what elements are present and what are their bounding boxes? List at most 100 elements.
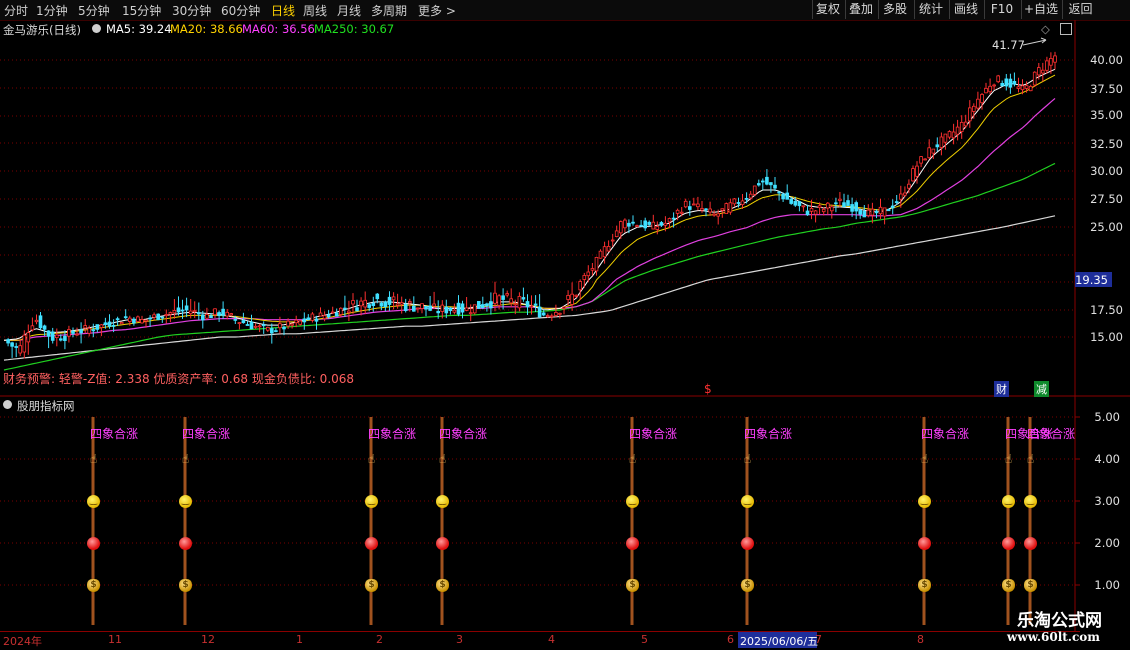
candle-down xyxy=(521,297,526,300)
candle-up xyxy=(464,307,469,311)
candle-down xyxy=(688,206,692,210)
candle-down xyxy=(842,202,846,208)
signal-stems xyxy=(91,417,1032,625)
candle-up xyxy=(943,133,948,143)
indicator-settings-icon[interactable] xyxy=(3,400,12,409)
candle-up xyxy=(992,84,996,87)
pane-toggle-icon[interactable] xyxy=(1060,23,1072,35)
candle-up xyxy=(911,168,915,182)
candle-down xyxy=(781,193,785,200)
candle-down xyxy=(765,176,769,185)
candle-up xyxy=(602,246,607,258)
candle-up xyxy=(554,311,558,316)
candle-up xyxy=(939,136,944,148)
candle-up xyxy=(1045,60,1049,71)
candle-up xyxy=(257,325,262,328)
money-bag-icon: $ xyxy=(626,579,639,592)
candle-up xyxy=(586,271,591,277)
candle-up xyxy=(265,326,270,331)
candle-down xyxy=(379,302,384,307)
date-label: 2 xyxy=(376,633,383,646)
date-label: 4 xyxy=(548,633,555,646)
candle-down xyxy=(480,304,485,309)
candle-up xyxy=(813,210,818,215)
candle-up xyxy=(497,295,501,306)
smiley-icon: ‿ xyxy=(365,495,378,508)
date-axis: 2024年 11 12 1 2 3 4 5 6 2025/06/06/五 7 8 xyxy=(0,631,1080,650)
date-label: 2024年 xyxy=(3,635,42,648)
date-label: 3 xyxy=(456,633,463,646)
candle-down xyxy=(485,303,489,307)
candle-up xyxy=(298,320,302,325)
candle-up xyxy=(968,107,972,122)
candle-up xyxy=(347,310,351,313)
settings-dot-icon[interactable] xyxy=(92,24,101,33)
date-label: 1 xyxy=(296,633,303,646)
candle-up xyxy=(720,208,725,211)
candle-up xyxy=(655,226,660,230)
candle-down xyxy=(343,307,347,310)
candle-up xyxy=(610,239,615,242)
diamond-icon[interactable]: ◇ xyxy=(1041,22,1050,36)
candle-down xyxy=(886,208,891,212)
candle-down xyxy=(274,330,278,333)
financial-warning: 财务预警: 轻警-Z值: 2.338 优质资产率: 0.68 现金负债比: 0.… xyxy=(3,372,355,386)
candle-up xyxy=(34,319,39,323)
candle-up xyxy=(696,203,700,208)
candle-up xyxy=(509,298,513,304)
candle-down xyxy=(894,201,899,204)
candle-up xyxy=(1053,55,1057,63)
date-label: 8 xyxy=(917,633,924,646)
candle-down xyxy=(1000,83,1004,87)
current-price-label: 19.35 xyxy=(1075,273,1108,287)
candle-up xyxy=(752,185,757,195)
reduce-badge[interactable]: 减 xyxy=(1034,381,1049,397)
money-bag-icon: $ xyxy=(741,579,754,592)
dividend-marker-icon[interactable]: $ xyxy=(704,382,712,396)
candle-down xyxy=(525,301,530,308)
candle-down xyxy=(233,318,238,321)
candle-up xyxy=(984,88,988,94)
candle-down xyxy=(631,221,635,224)
candle-down xyxy=(627,222,631,227)
red-ball-icon xyxy=(918,537,931,550)
candle-down xyxy=(736,202,741,204)
ma5-value: MA5: 39.24 xyxy=(106,22,172,36)
finance-badge[interactable]: 财 xyxy=(994,381,1009,397)
candle-up xyxy=(870,208,875,216)
candle-down xyxy=(249,321,254,330)
candle-up xyxy=(188,310,193,315)
smiley-icon: ‿ xyxy=(918,495,931,508)
indicator-tick: 5.00 xyxy=(1094,410,1120,424)
candle-down xyxy=(306,317,311,321)
price-tick: 30.00 xyxy=(1090,164,1123,178)
candle-up xyxy=(513,303,518,306)
candle-down xyxy=(797,201,802,207)
candle-down xyxy=(789,198,793,204)
candle-down xyxy=(777,191,781,194)
candle-down xyxy=(160,316,165,319)
ma20-line xyxy=(4,74,1056,341)
candle-up xyxy=(927,147,931,159)
red-ball-icon xyxy=(626,537,639,550)
candle-down xyxy=(757,183,761,186)
candle-down xyxy=(59,338,63,341)
ma-long-grey-line xyxy=(3,215,1056,361)
candle-up xyxy=(468,312,473,315)
candle-down xyxy=(46,330,51,337)
candle-down xyxy=(103,322,108,325)
candle-down xyxy=(184,305,189,311)
chart-canvas[interactable] xyxy=(0,0,1130,650)
candle-up xyxy=(225,311,230,317)
candle-up xyxy=(809,207,814,212)
red-ball-icon xyxy=(1002,537,1015,550)
candle-down xyxy=(383,301,388,307)
candle-up xyxy=(692,203,696,206)
money-bag-icon: $ xyxy=(1024,579,1037,592)
candle-up xyxy=(286,320,290,327)
candle-up xyxy=(619,221,623,234)
candle-down xyxy=(245,324,250,326)
candle-up xyxy=(623,219,627,229)
candle-down xyxy=(460,303,465,313)
signal-label: 四象合涨 xyxy=(368,427,417,441)
